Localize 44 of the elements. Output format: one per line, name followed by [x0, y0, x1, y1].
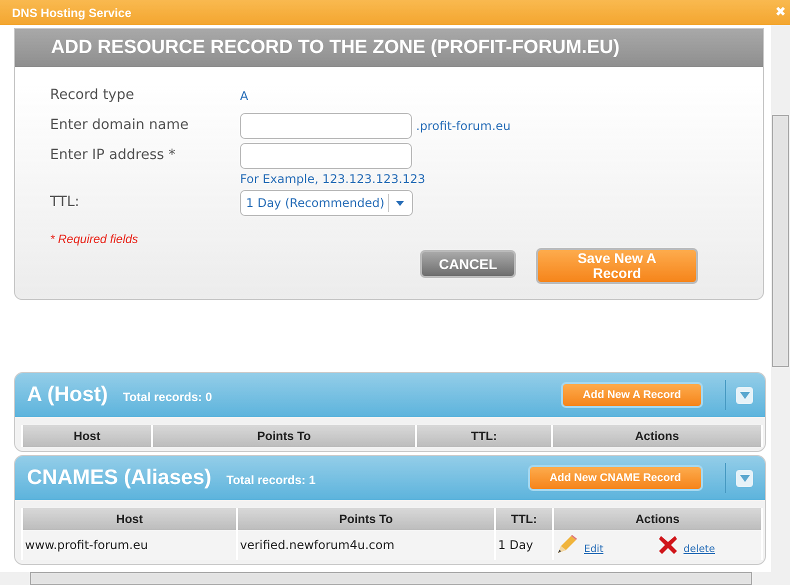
table-cell: verified.newforum4u.com — [238, 530, 494, 560]
save-button[interactable]: Save New A Record — [536, 248, 698, 284]
domain-suffix: .profit-forum.eu — [416, 119, 511, 133]
horizontal-scrollbar[interactable] — [0, 572, 790, 585]
form-heading: ADD RESOURCE RECORD TO THE ZONE (PROFIT-FORUM.EU) — [51, 37, 620, 59]
column-header: Actions — [554, 508, 761, 530]
field-label: Enter IP address * — [50, 146, 177, 163]
section-title: CNAMES (Aliases) — [27, 466, 212, 490]
edit-link[interactable]: Edit — [584, 544, 604, 555]
record-type-value: A — [240, 89, 250, 103]
window-title: DNS Hosting Service — [12, 6, 132, 20]
delete-icon — [658, 535, 678, 555]
delete-link[interactable]: delete — [684, 544, 716, 555]
triangle-icon — [740, 392, 750, 398]
close-button[interactable]: ✖ — [775, 5, 786, 20]
caret-icon — [396, 200, 404, 206]
table-cell: 1 Day — [496, 530, 552, 560]
column-header: Points To — [238, 508, 494, 530]
triangle-icon — [740, 474, 750, 482]
field-label: Record type — [50, 86, 136, 103]
field-label: TTL: — [50, 193, 80, 210]
add-record-button[interactable]: Add New CNAME Record — [528, 465, 703, 491]
column-header: TTL: — [496, 508, 552, 530]
collapse-toggle[interactable] — [736, 470, 753, 486]
add-record-button[interactable]: Add New A Record — [560, 382, 703, 408]
collapse-toggle[interactable] — [736, 386, 753, 404]
required-note: * Required fields — [49, 231, 140, 246]
field-hint: For Example, 123.123.123.123 — [240, 172, 426, 186]
record-count: Total records: 0 — [122, 390, 212, 404]
input-field[interactable] — [240, 113, 412, 139]
section-title: A (Host) — [27, 383, 108, 407]
ttl-dropdown[interactable]: 1 Day (Recommended) — [240, 190, 413, 216]
record-count: Total records: 1 — [226, 473, 316, 487]
table-cell: www.profit-forum.eu — [23, 530, 236, 560]
column-header: TTL: — [417, 425, 551, 447]
pencil-icon — [556, 535, 578, 555]
cancel-button[interactable]: CANCEL — [420, 250, 516, 278]
column-header: Host — [23, 508, 236, 530]
field-label: Enter domain name — [50, 116, 190, 133]
column-header: Host — [23, 425, 151, 447]
column-header: Points To — [153, 425, 415, 447]
column-header: Actions — [553, 425, 761, 447]
input-field[interactable] — [240, 143, 412, 169]
vertical-scrollbar[interactable] — [771, 25, 790, 572]
